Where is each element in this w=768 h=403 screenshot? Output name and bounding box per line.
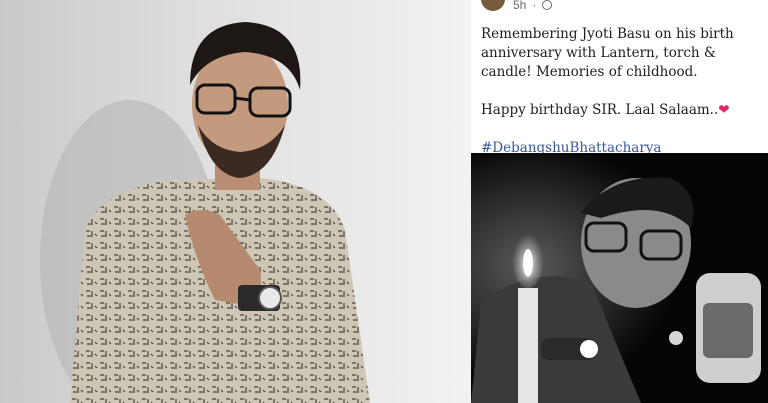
post-caption: Remembering Jyoti Basu on his birth anni… <box>481 26 734 80</box>
post-header: 5h · <box>479 0 553 16</box>
post-photo[interactable] <box>471 153 768 403</box>
portrait-photo <box>0 0 471 403</box>
candle-photo-illustration <box>471 153 768 403</box>
post-greeting-line: Happy birthday SIR. Laal Salaam..❤ <box>481 101 761 120</box>
portrait-illustration <box>40 22 370 403</box>
post-time[interactable]: 5h <box>513 0 526 12</box>
globe-icon <box>542 0 553 10</box>
post-body: Remembering Jyoti Basu on his birth anni… <box>481 25 761 158</box>
heart-icon: ❤ <box>718 102 730 118</box>
social-post: 5h · Remembering Jyoti Basu on his birth… <box>471 0 768 403</box>
post-greeting: Happy birthday SIR. Laal Salaam.. <box>481 102 719 118</box>
author-avatar[interactable] <box>479 0 507 13</box>
separator-dot: · <box>532 0 537 12</box>
